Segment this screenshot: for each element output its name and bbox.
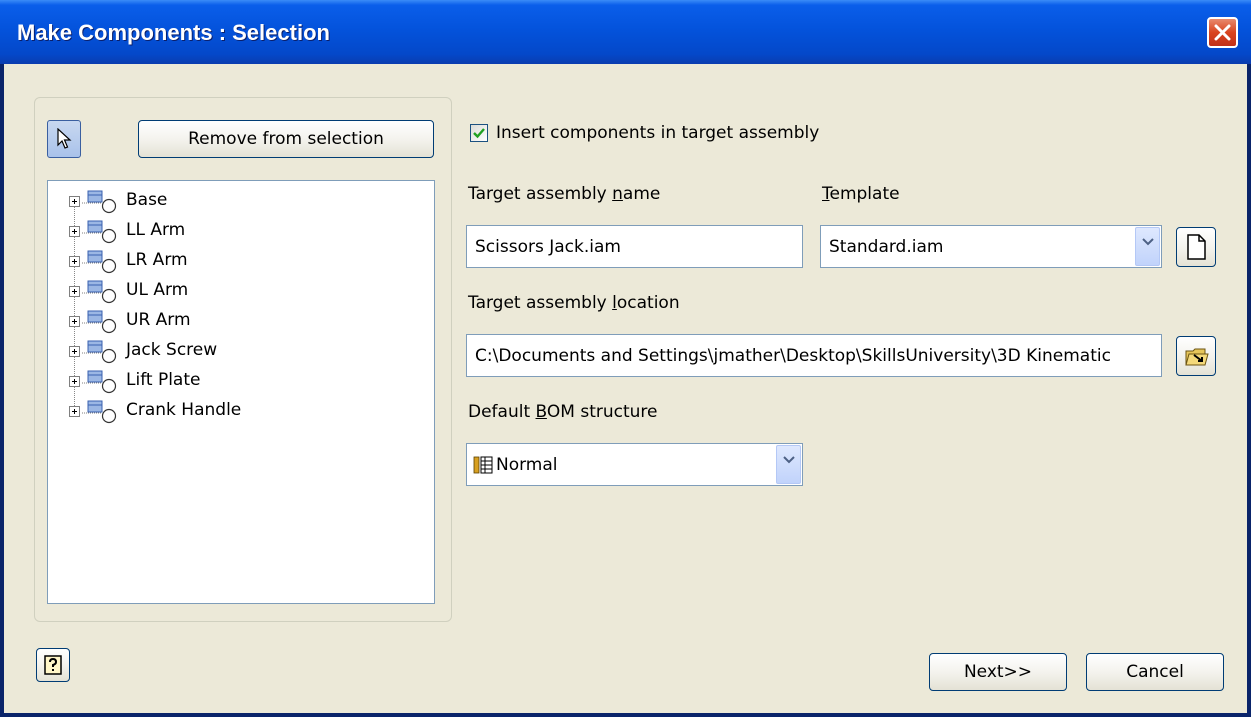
assembly-part-icon bbox=[82, 310, 117, 334]
target-location-input[interactable]: C:\Documents and Settings\jmather\Deskto… bbox=[466, 334, 1162, 377]
assembly-part-icon bbox=[82, 250, 117, 274]
expand-icon[interactable] bbox=[69, 286, 80, 297]
chevron-down-icon bbox=[783, 456, 795, 464]
bom-dropdown-arrow[interactable] bbox=[776, 445, 801, 484]
dialog-window: Make Components : Selection Remove from … bbox=[0, 0, 1251, 717]
tree-item-jack-screw[interactable]: Jack Screw bbox=[48, 337, 434, 367]
tree-item-ur-arm[interactable]: UR Arm bbox=[48, 307, 434, 337]
target-location-label: Target assembly location bbox=[468, 293, 680, 313]
tree-item-label: Lift Plate bbox=[126, 370, 201, 390]
expand-icon[interactable] bbox=[69, 376, 80, 387]
target-name-input[interactable]: Scissors Jack.iam bbox=[466, 225, 803, 268]
new-file-icon bbox=[1187, 234, 1206, 260]
next-button-label: Next>> bbox=[963, 662, 1033, 682]
expand-icon[interactable] bbox=[69, 196, 80, 207]
insert-components-checkbox[interactable] bbox=[470, 124, 488, 142]
help-button[interactable] bbox=[36, 648, 70, 682]
tree-item-lift-plate[interactable]: Lift Plate bbox=[48, 367, 434, 397]
title-bar[interactable]: Make Components : Selection bbox=[0, 0, 1251, 64]
tree-item-label: Base bbox=[126, 190, 168, 210]
expand-icon[interactable] bbox=[69, 316, 80, 327]
close-icon bbox=[1214, 24, 1231, 41]
close-button[interactable] bbox=[1207, 17, 1238, 48]
remove-from-selection-button[interactable]: Remove from selection bbox=[138, 120, 434, 158]
template-label: Template bbox=[822, 184, 900, 204]
tree-item-ul-arm[interactable]: UL Arm bbox=[48, 277, 434, 307]
expand-icon[interactable] bbox=[69, 406, 80, 417]
template-dropdown-arrow[interactable] bbox=[1135, 227, 1160, 266]
tree-item-label: LL Arm bbox=[126, 220, 186, 240]
next-button[interactable]: Next>> bbox=[929, 653, 1067, 691]
remove-from-selection-label: Remove from selection bbox=[188, 129, 384, 149]
tree-item-label: LR Arm bbox=[126, 250, 188, 270]
insert-components-label[interactable]: Insert components in target assembly bbox=[496, 123, 819, 143]
target-name-label: Target assembly name bbox=[468, 184, 661, 204]
expand-icon[interactable] bbox=[69, 226, 80, 237]
cursor-arrow-icon bbox=[57, 128, 72, 149]
assembly-part-icon bbox=[82, 370, 117, 394]
browse-location-button[interactable] bbox=[1176, 336, 1216, 376]
bom-structure-label: Default BOM structure bbox=[468, 402, 658, 422]
tree-item-label: Crank Handle bbox=[126, 400, 242, 420]
dialog-body: Remove from selection Base LL Arm LR Arm… bbox=[4, 64, 1247, 713]
browse-folder-icon bbox=[1185, 348, 1209, 366]
bom-structure-icon bbox=[473, 456, 493, 473]
expand-icon[interactable] bbox=[69, 346, 80, 357]
window-title: Make Components : Selection bbox=[17, 20, 330, 45]
selection-tree[interactable]: Base LL Arm LR Arm UL Arm UR Arm Jack Sc… bbox=[47, 180, 435, 604]
tree-item-base[interactable]: Base bbox=[48, 187, 434, 217]
cancel-button-label: Cancel bbox=[1126, 662, 1184, 682]
tree-item-crank-handle[interactable]: Crank Handle bbox=[48, 397, 434, 427]
help-icon bbox=[44, 655, 62, 675]
checkmark-icon bbox=[473, 128, 485, 139]
template-select[interactable]: Standard.iam bbox=[820, 225, 1162, 268]
assembly-part-icon bbox=[82, 280, 117, 304]
chevron-down-icon bbox=[1142, 238, 1154, 246]
assembly-part-icon bbox=[82, 190, 117, 214]
assembly-part-icon bbox=[82, 340, 117, 364]
bom-structure-select[interactable]: Normal bbox=[466, 443, 803, 486]
assembly-part-icon bbox=[82, 220, 117, 244]
cancel-button[interactable]: Cancel bbox=[1086, 653, 1224, 691]
tree-item-lr-arm[interactable]: LR Arm bbox=[48, 247, 434, 277]
expand-icon[interactable] bbox=[69, 256, 80, 267]
select-components-button[interactable] bbox=[47, 120, 81, 158]
tree-item-ll-arm[interactable]: LL Arm bbox=[48, 217, 434, 247]
tree-item-label: UL Arm bbox=[126, 280, 189, 300]
tree-item-label: Jack Screw bbox=[126, 340, 218, 360]
assembly-part-icon bbox=[82, 400, 117, 424]
tree-item-label: UR Arm bbox=[126, 310, 191, 330]
new-template-button[interactable] bbox=[1176, 227, 1216, 267]
